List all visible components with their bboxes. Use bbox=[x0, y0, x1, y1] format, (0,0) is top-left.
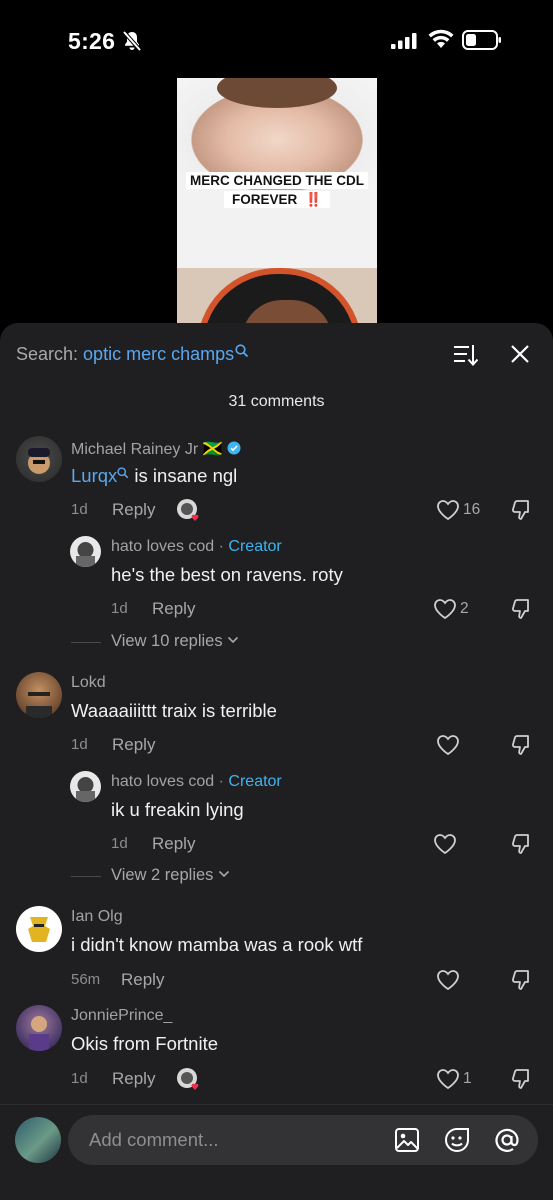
caption-line-1: MERC CHANGED THE CDL bbox=[186, 172, 368, 189]
search-suggestion[interactable]: Search: optic merc champs bbox=[16, 344, 249, 365]
heart-icon[interactable] bbox=[436, 499, 460, 521]
creator-liked-badge bbox=[176, 498, 202, 524]
comment-time: 1d bbox=[71, 501, 88, 518]
heart-icon[interactable] bbox=[436, 1068, 460, 1090]
comment-text: ik u freakin lying bbox=[111, 799, 244, 820]
image-icon[interactable] bbox=[393, 1126, 421, 1154]
at-icon[interactable] bbox=[493, 1126, 521, 1154]
comment-input[interactable] bbox=[89, 1115, 369, 1165]
comment-item: Michael Rainey Jr 🇯🇲 Lurqx is insane ngl… bbox=[0, 434, 553, 524]
search-query[interactable]: optic merc champs bbox=[83, 344, 234, 364]
heart-icon[interactable] bbox=[436, 734, 460, 756]
dislike-icon[interactable] bbox=[510, 597, 534, 621]
like-count: 16 bbox=[463, 501, 481, 518]
verified-icon bbox=[227, 441, 241, 455]
dislike-icon[interactable] bbox=[510, 1067, 534, 1091]
heart-icon[interactable] bbox=[436, 969, 460, 991]
dislike-icon[interactable] bbox=[510, 733, 534, 757]
comment-text: Waaaaiiittt traix is terrible bbox=[71, 700, 277, 721]
comment-username[interactable]: hato loves cod · Creator bbox=[111, 773, 282, 791]
like-count: 1 bbox=[463, 1070, 472, 1087]
cellular-signal-icon bbox=[391, 33, 417, 49]
comment-username[interactable]: JonniePrince_ bbox=[71, 1007, 172, 1025]
reply-button[interactable]: Reply bbox=[152, 599, 195, 619]
avatar[interactable] bbox=[16, 1005, 62, 1051]
comment-username[interactable]: Lokd bbox=[71, 674, 106, 692]
dislike-icon[interactable] bbox=[510, 968, 534, 992]
comment-item: JonniePrince_ Okis from Fortnite 1d Repl… bbox=[0, 1004, 553, 1099]
avatar[interactable] bbox=[70, 771, 101, 802]
video-preview[interactable]: MERC CHANGED THE CDL FOREVER ‼️ bbox=[177, 78, 377, 328]
reply-button[interactable]: Reply bbox=[152, 834, 195, 854]
avatar[interactable] bbox=[16, 906, 62, 952]
comment-username[interactable]: Ian Olg bbox=[71, 908, 123, 926]
dislike-icon[interactable] bbox=[510, 498, 534, 522]
heart-icon[interactable] bbox=[433, 833, 457, 855]
caption-line-2: FOREVER bbox=[227, 191, 302, 208]
comment-count: 31 comments bbox=[228, 393, 325, 410]
comment-input-wrapper[interactable] bbox=[68, 1115, 538, 1165]
video-caption: MERC CHANGED THE CDL FOREVER ‼️ bbox=[185, 171, 369, 209]
chevron-down-icon bbox=[228, 636, 239, 644]
comment-time: 1d bbox=[71, 1070, 88, 1087]
avatar[interactable] bbox=[70, 536, 101, 567]
comment-username[interactable]: hato loves cod · Creator bbox=[111, 538, 282, 556]
search-prefix: Search: bbox=[16, 344, 84, 364]
view-replies-button[interactable]: View 2 replies bbox=[70, 866, 230, 885]
creator-liked-badge bbox=[176, 1067, 202, 1093]
status-time: 5:26 bbox=[68, 28, 116, 54]
reply-button[interactable]: Reply bbox=[112, 735, 155, 755]
comment-time: 1d bbox=[71, 736, 88, 753]
status-bar: 5:26 bbox=[0, 0, 553, 78]
emoji-icon[interactable] bbox=[443, 1126, 471, 1154]
my-avatar[interactable] bbox=[15, 1117, 61, 1163]
battery-icon bbox=[462, 30, 501, 50]
bell-slash-icon bbox=[122, 30, 142, 52]
comment-composer bbox=[0, 1104, 553, 1200]
comment-time: 56m bbox=[71, 971, 101, 988]
comment-text: Okis from Fortnite bbox=[71, 1033, 218, 1054]
sort-icon[interactable] bbox=[452, 343, 478, 367]
chevron-down-icon bbox=[218, 870, 230, 878]
search-icon bbox=[117, 467, 129, 479]
wifi-icon bbox=[428, 29, 454, 48]
comment-username[interactable]: Michael Rainey Jr 🇯🇲 bbox=[71, 439, 241, 459]
close-icon[interactable] bbox=[509, 343, 531, 365]
view-replies-button[interactable]: View 10 replies bbox=[70, 632, 239, 651]
creator-badge: Creator bbox=[228, 538, 282, 555]
comment-text: i didn't know mamba was a rook wtf bbox=[71, 934, 363, 955]
comment-item: Lokd Waaaaiiittt traix is terrible 1d Re… bbox=[0, 670, 553, 760]
flag-icon: 🇯🇲 bbox=[202, 441, 223, 458]
dislike-icon[interactable] bbox=[510, 832, 534, 856]
comment-time: 1d bbox=[111, 835, 128, 852]
comment-item: Ian Olg i didn't know mamba was a rook w… bbox=[0, 905, 553, 995]
reply-button[interactable]: Reply bbox=[121, 970, 164, 990]
reply-button[interactable]: Reply bbox=[112, 1069, 155, 1089]
comment-reply: hato loves cod · Creator ik u freakin ly… bbox=[0, 770, 553, 900]
comment-reply: hato loves cod · Creator he's the best o… bbox=[0, 535, 553, 665]
creator-badge: Creator bbox=[228, 773, 282, 790]
comment-text: Lurqx is insane ngl bbox=[71, 465, 238, 486]
like-count: 2 bbox=[460, 600, 469, 617]
comment-text: he's the best on ravens. roty bbox=[111, 564, 343, 585]
heart-icon[interactable] bbox=[433, 598, 457, 620]
reply-button[interactable]: Reply bbox=[112, 500, 155, 520]
mention-link[interactable]: Lurqx bbox=[71, 465, 117, 486]
avatar[interactable] bbox=[16, 436, 62, 482]
comment-time: 1d bbox=[111, 600, 128, 617]
search-icon bbox=[235, 344, 249, 358]
caption-emoji: ‼️ bbox=[301, 191, 327, 208]
avatar[interactable] bbox=[16, 672, 62, 718]
